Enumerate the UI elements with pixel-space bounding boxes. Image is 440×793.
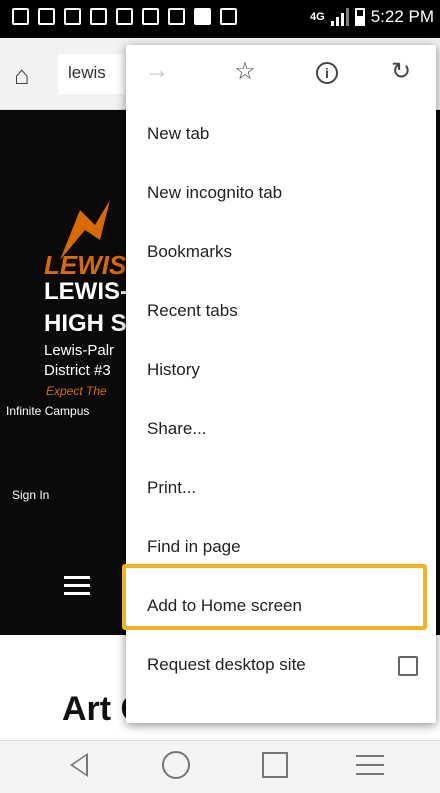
mail-icon bbox=[64, 8, 81, 25]
menu-item-new-tab[interactable]: New tab bbox=[126, 104, 436, 163]
infinite-campus-link[interactable]: Infinite Campus bbox=[6, 404, 89, 418]
info-icon[interactable]: i bbox=[310, 57, 344, 85]
school-subtitle-line1: Lewis-Palr bbox=[44, 342, 115, 359]
back-icon[interactable] bbox=[70, 753, 88, 777]
highlight-box bbox=[122, 564, 427, 630]
signal-icon bbox=[330, 8, 349, 26]
menu-item-print[interactable]: Print... bbox=[126, 458, 436, 517]
star-icon[interactable]: ☆ bbox=[228, 57, 262, 86]
menu-item-request-desktop-site[interactable]: Request desktop site bbox=[126, 635, 436, 694]
site-menu-icon[interactable] bbox=[64, 576, 90, 600]
android-nav-bar bbox=[0, 740, 440, 793]
menu-item-share[interactable]: Share... bbox=[126, 399, 436, 458]
nfc-icon bbox=[220, 8, 237, 25]
percent-icon bbox=[168, 8, 185, 25]
menu-item-new-incognito-tab[interactable]: New incognito tab bbox=[126, 163, 436, 222]
recent-apps-icon[interactable] bbox=[262, 752, 288, 778]
parking-icon bbox=[194, 8, 211, 25]
school-subtitle-line2: District #3 bbox=[44, 362, 111, 379]
menu-item-bookmarks[interactable]: Bookmarks bbox=[126, 222, 436, 281]
url-text: lewis bbox=[68, 63, 106, 82]
status-right: 4G 5:22 PM bbox=[310, 7, 434, 27]
menu-item-history[interactable]: History bbox=[126, 340, 436, 399]
status-bar: 4G 5:22 PM bbox=[0, 0, 440, 38]
image-icon bbox=[142, 8, 159, 25]
school-tagline: Expect The bbox=[46, 384, 107, 398]
home-button-icon[interactable] bbox=[162, 751, 190, 779]
sign-in-link[interactable]: Sign In bbox=[12, 488, 49, 502]
battery-icon bbox=[354, 8, 365, 26]
menu-icon[interactable] bbox=[356, 755, 384, 782]
network-type: 4G bbox=[310, 11, 325, 23]
facebook-icon bbox=[38, 8, 55, 25]
gmail-icon bbox=[90, 8, 107, 25]
request-desktop-site-label: Request desktop site bbox=[147, 655, 306, 674]
desktop-site-checkbox[interactable] bbox=[398, 656, 418, 676]
notification-icon bbox=[12, 8, 29, 25]
clock: 5:22 PM bbox=[370, 7, 434, 26]
menu-icon-row: → ☆ i ↻ bbox=[126, 45, 436, 105]
gmail-icon bbox=[116, 8, 133, 25]
school-title-line1: LEWIS- bbox=[44, 278, 128, 305]
menu-item-recent-tabs[interactable]: Recent tabs bbox=[126, 281, 436, 340]
refresh-icon[interactable]: ↻ bbox=[384, 57, 418, 86]
home-icon[interactable]: ⌂ bbox=[14, 60, 30, 91]
notification-icons bbox=[12, 8, 237, 25]
forward-icon[interactable]: → bbox=[140, 57, 174, 85]
school-title-line2: HIGH S bbox=[44, 310, 127, 337]
